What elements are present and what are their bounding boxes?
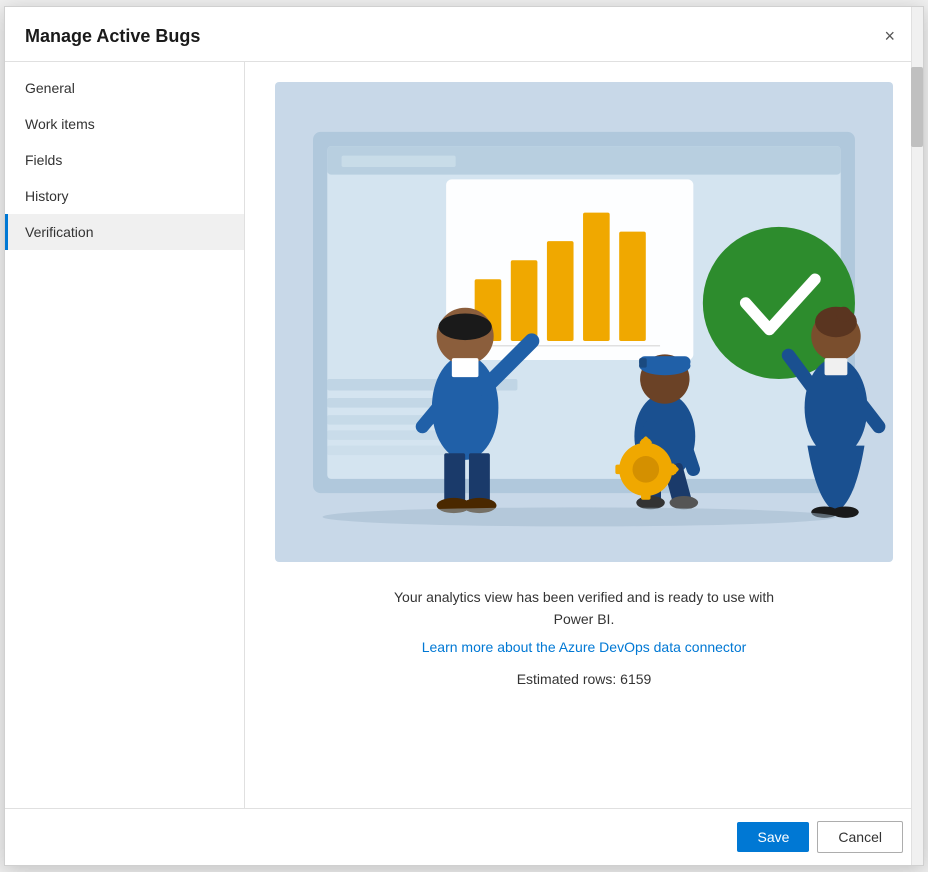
- manage-active-bugs-dialog: Manage Active Bugs × General Work items …: [4, 6, 924, 866]
- sidebar-item-work-items[interactable]: Work items: [5, 106, 244, 142]
- sidebar: General Work items Fields History Verifi…: [5, 62, 245, 808]
- verification-text-line1: Your analytics view has been verified an…: [394, 586, 774, 631]
- sidebar-item-label-verification: Verification: [25, 224, 93, 240]
- sidebar-item-label-work-items: Work items: [25, 116, 95, 132]
- close-button[interactable]: ×: [876, 23, 903, 49]
- sidebar-item-verification[interactable]: Verification: [5, 214, 244, 250]
- illustration-svg: [275, 82, 893, 562]
- sidebar-item-label-history: History: [25, 188, 69, 204]
- sidebar-item-fields[interactable]: Fields: [5, 142, 244, 178]
- dialog-scrollbar[interactable]: [911, 7, 923, 865]
- dialog-header: Manage Active Bugs ×: [5, 7, 923, 61]
- dialog-title: Manage Active Bugs: [25, 26, 200, 47]
- dialog-scrollbar-thumb[interactable]: [911, 67, 923, 147]
- main-content: Your analytics view has been verified an…: [245, 62, 923, 808]
- save-button[interactable]: Save: [737, 822, 809, 852]
- dialog-footer: Save Cancel: [5, 808, 923, 865]
- sidebar-item-label-general: General: [25, 80, 75, 96]
- sidebar-item-history[interactable]: History: [5, 178, 244, 214]
- cancel-button[interactable]: Cancel: [817, 821, 903, 853]
- dialog-body: General Work items Fields History Verifi…: [5, 61, 923, 808]
- sidebar-item-label-fields: Fields: [25, 152, 62, 168]
- sidebar-item-general[interactable]: General: [5, 70, 244, 106]
- learn-more-link[interactable]: Learn more about the Azure DevOps data c…: [422, 639, 747, 655]
- estimated-rows: Estimated rows: 6159: [517, 671, 652, 687]
- verification-illustration: [275, 82, 893, 562]
